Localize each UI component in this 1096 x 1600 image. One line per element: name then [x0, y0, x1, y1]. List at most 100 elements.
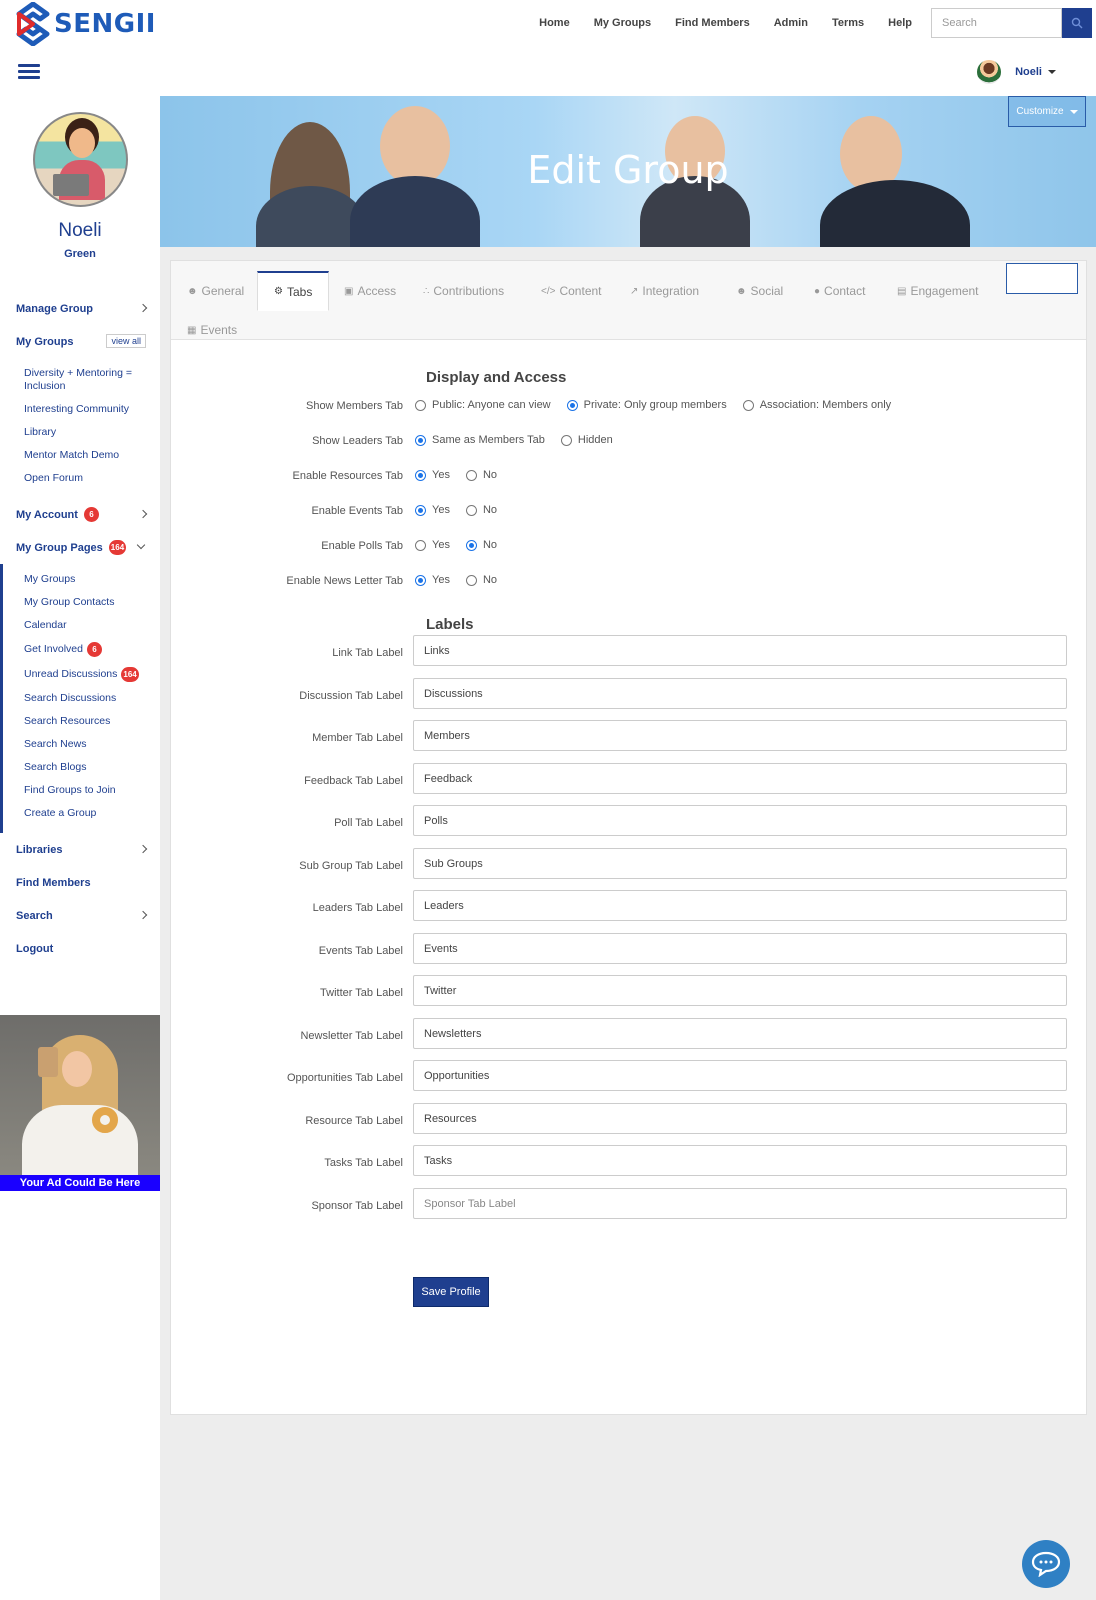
list-item[interactable]: Search News [24, 733, 160, 756]
sidebar-item-logout[interactable]: Logout [0, 932, 160, 965]
opportunities-tab-label-input[interactable]: Opportunities [413, 1060, 1067, 1091]
customize-dropdown-button[interactable]: Customize [1008, 96, 1086, 127]
sidebar-item-libraries[interactable]: Libraries [0, 833, 160, 866]
tab-label: General [201, 284, 245, 298]
radio-option[interactable]: Yes [415, 504, 450, 516]
tab-label: Social [750, 284, 784, 298]
sidebar-item-find-members[interactable]: Find Members [0, 866, 160, 899]
view-all-button[interactable]: view all [106, 334, 146, 348]
tab-contributions[interactable]: ∴ Contributions [407, 271, 520, 311]
nav-find-members[interactable]: Find Members [675, 17, 750, 29]
list-item[interactable]: Find Groups to Join [24, 779, 160, 802]
list-item[interactable]: Search Blogs [24, 756, 160, 779]
tab-tabs[interactable]: ⚙ Tabs [257, 271, 330, 311]
list-item[interactable]: Search Resources [24, 710, 160, 733]
sub-group-tab-label-input[interactable]: Sub Groups [413, 848, 1067, 879]
user-menu[interactable]: Noeli [977, 60, 1056, 84]
nav-help[interactable]: Help [888, 17, 912, 29]
twitter-tab-label-input[interactable]: Twitter [413, 975, 1067, 1006]
tab-contact[interactable]: ● Contact [798, 271, 881, 311]
radio-option[interactable]: Yes [415, 574, 450, 586]
list-item[interactable]: My Group Contacts [24, 591, 160, 614]
radio-option[interactable]: Public: Anyone can view [415, 399, 551, 411]
radio-option[interactable]: No [465, 469, 497, 481]
nav-terms[interactable]: Terms [832, 17, 864, 29]
radio-option[interactable]: Private: Only group members [566, 399, 727, 411]
radio-label: Yes [432, 469, 450, 481]
radio-option[interactable]: No [465, 539, 497, 551]
list-item[interactable]: Interesting Community [24, 398, 160, 421]
search-input[interactable]: Search [931, 8, 1062, 38]
resource-tab-label-input[interactable]: Resources [413, 1103, 1067, 1134]
search-button[interactable] [1062, 8, 1092, 38]
chevron-right-icon [138, 844, 148, 854]
tab-integration[interactable]: ↗ Integration [614, 271, 715, 311]
radio-option[interactable]: Same as Members Tab [415, 434, 545, 446]
hamburger-menu-icon[interactable] [18, 64, 40, 80]
list-item[interactable]: My Groups [24, 568, 160, 591]
main-content: Edit Group Customize ☻ General ⚙ Tabs ▣ Acc… [160, 96, 1096, 1600]
list-item[interactable]: Diversity + Mentoring = Inclusion [24, 362, 160, 398]
events-tab-label-input[interactable]: Events [413, 933, 1067, 964]
list-item[interactable]: Open Forum [24, 467, 160, 490]
sidebar-item-my-groups[interactable]: My Groups view all [0, 325, 160, 358]
ad-label[interactable]: Your Ad Could Be Here [0, 1175, 160, 1191]
sidebar-item-my-group-pages[interactable]: My Group Pages 164 [0, 531, 160, 564]
radio-icon [560, 434, 572, 446]
radio-label: No [482, 504, 498, 516]
tab-engagement[interactable]: ▤ Engagement [881, 271, 995, 311]
chat-icon[interactable] [1022, 1540, 1070, 1588]
discussion-tab-label-input[interactable]: Discussions [413, 678, 1067, 709]
list-item-label: Get Involved [24, 643, 83, 655]
newsletter-tab-label-input[interactable]: Newsletters [413, 1018, 1067, 1049]
radio-option[interactable]: Hidden [560, 434, 613, 446]
link-tab-label-input[interactable]: Links [413, 635, 1067, 666]
radio-option[interactable]: Yes [415, 539, 450, 551]
list-item[interactable]: Library [24, 421, 160, 444]
tasks-tab-label-input[interactable]: Tasks [413, 1145, 1067, 1176]
caret-down-icon [1069, 109, 1078, 114]
field-label: Enable Polls Tab [321, 540, 403, 552]
radio-option[interactable]: Yes [415, 469, 450, 481]
brand-logo[interactable]: SENGII [16, 1, 156, 47]
leaders-tab-label-input[interactable]: Leaders [413, 890, 1067, 921]
sidebar-item-label: My Groups [16, 335, 74, 348]
enable-newsletter-tab-radio-group: Yes No [415, 574, 513, 586]
field-label: Sub Group Tab Label [299, 860, 403, 872]
tab-content[interactable]: </> Content [525, 271, 618, 311]
profile-avatar[interactable] [33, 112, 128, 207]
tab-social[interactable]: ☻ Social [720, 271, 799, 311]
save-profile-button[interactable]: Save Profile [413, 1277, 489, 1307]
list-item[interactable]: Calendar [24, 614, 160, 637]
tab-access[interactable]: ▣ Access [328, 271, 412, 311]
sidebar-item-search[interactable]: Search [0, 899, 160, 932]
field-label: Leaders Tab Label [312, 902, 403, 914]
display-access-heading: Display and Access [426, 369, 567, 386]
nav-admin[interactable]: Admin [774, 17, 808, 29]
sponsor-tab-label-input[interactable]: Sponsor Tab Label [413, 1188, 1067, 1219]
sidebar-item-label: Find Members [16, 876, 91, 889]
list-item[interactable]: Create a Group [24, 802, 160, 825]
radio-option[interactable]: Association: Members only [742, 399, 891, 411]
field-label: Enable Resources Tab [292, 470, 403, 482]
nav-my-groups[interactable]: My Groups [594, 17, 651, 29]
feedback-tab-label-input[interactable]: Feedback [413, 763, 1067, 794]
poll-tab-label-input[interactable]: Polls [413, 805, 1067, 836]
list-item-label: Search Resources [24, 715, 111, 727]
list-item[interactable]: Search Discussions [24, 687, 160, 710]
nav-home[interactable]: Home [539, 17, 570, 29]
radio-label: Yes [432, 504, 450, 516]
field-label: Sponsor Tab Label [311, 1200, 403, 1212]
radio-option[interactable]: No [465, 574, 497, 586]
sidebar-item-manage-group[interactable]: Manage Group [0, 292, 160, 325]
radio-option[interactable]: No [465, 504, 498, 516]
member-tab-label-input[interactable]: Members [413, 720, 1067, 751]
tab-events[interactable]: ▦ Events [171, 310, 253, 350]
tab-general[interactable]: ☻ General [171, 271, 260, 311]
list-item[interactable]: Mentor Match Demo [24, 444, 160, 467]
list-item[interactable]: Get Involved 6 [24, 637, 160, 662]
tab-customize-button[interactable] [1006, 263, 1078, 294]
ad-image[interactable] [0, 1015, 160, 1175]
list-item[interactable]: Unread Discussions 164 [24, 662, 160, 687]
sidebar-item-my-account[interactable]: My Account 6 [0, 498, 160, 531]
